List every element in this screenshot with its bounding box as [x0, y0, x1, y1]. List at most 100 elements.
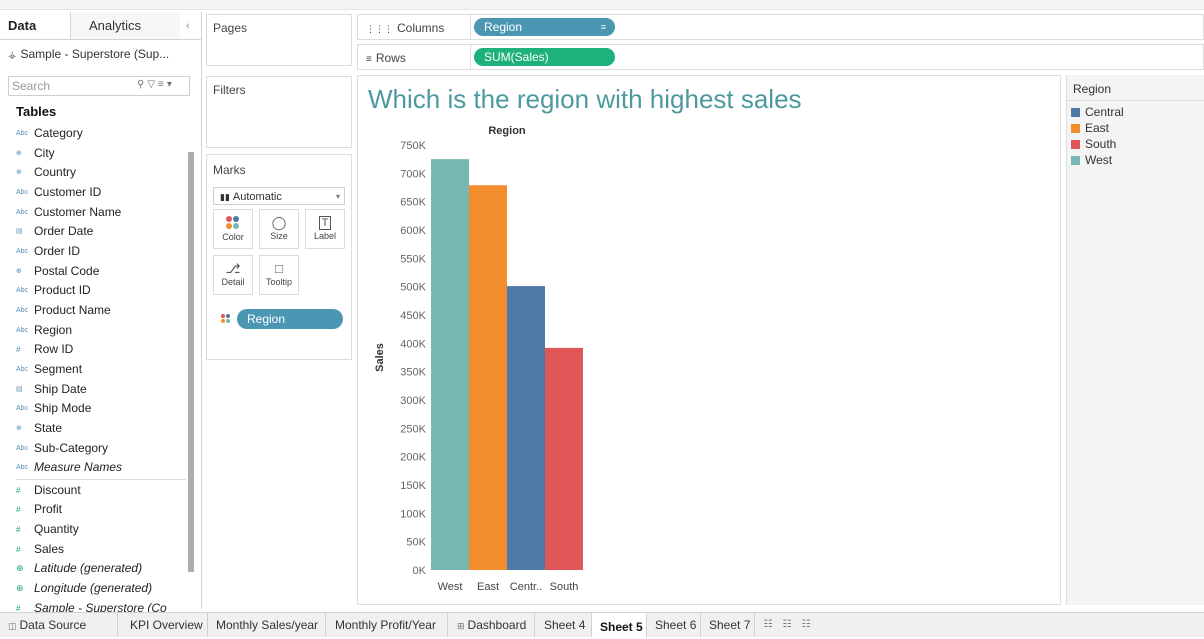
field-name: Customer ID [34, 184, 102, 199]
string-type-icon: Abc [16, 287, 29, 295]
dimension-field[interactable]: Abc Product Name [16, 301, 186, 321]
dimension-field[interactable]: Abc Region [16, 321, 186, 341]
tab-monthly-sales-year[interactable]: Monthly Sales/year [208, 613, 326, 637]
columns-icon: ⋮⋮⋮ [366, 24, 393, 34]
filter-icon[interactable]: ▽ [147, 79, 158, 90]
measure-field[interactable]: # Sales [16, 540, 186, 560]
measure-field[interactable]: # Discount [16, 481, 186, 501]
y-tick-label: 600K [400, 225, 426, 237]
marks-card: Marks ▮▮ Automatic ▾ Color ◯ Size T Label… [206, 154, 352, 360]
y-tick-label: 700K [400, 168, 426, 180]
datasource-selector[interactable]: ⚶ Sample - Superstore (Sup... [8, 44, 198, 64]
dimension-field[interactable]: Abc Customer ID [16, 183, 186, 203]
tab-dashboard[interactable]: ⊞ Dashboard [449, 613, 535, 637]
dimension-field[interactable]: Abc Order ID [16, 242, 186, 262]
bar-central[interactable] [507, 286, 545, 570]
dimension-field[interactable]: # Row ID [16, 340, 186, 360]
tab-sheet-4[interactable]: Sheet 4 [536, 613, 592, 637]
dimension-field[interactable]: Abc Category [16, 124, 186, 144]
sum-sales-rows-pill[interactable]: SUM(Sales) [474, 48, 615, 66]
y-tick-label: 0K [413, 565, 427, 577]
collapse-pane-icon[interactable]: ‹ [186, 20, 190, 32]
field-name: Category [34, 126, 83, 141]
calendar-icon: ▤ [16, 385, 23, 393]
bar-east[interactable] [469, 185, 507, 570]
size-label: Size [270, 231, 288, 241]
x-tick-label: South [550, 581, 579, 593]
new-story-icon[interactable]: ☷ [799, 618, 813, 632]
legend-item[interactable]: Central [1071, 104, 1124, 120]
measure-field[interactable]: # Profit [16, 500, 186, 520]
dimension-field[interactable]: Abc Segment [16, 360, 186, 380]
measure-field[interactable]: ⊕ Latitude (generated) [16, 559, 186, 579]
field-list-scrollbar[interactable] [188, 152, 194, 572]
color-button[interactable]: Color [213, 209, 253, 249]
dimension-field[interactable]: ▤ Ship Date [16, 380, 186, 400]
legend-item[interactable]: East [1071, 120, 1124, 136]
columns-shelf[interactable]: ⋮⋮⋮ Columns Region ≡ [357, 14, 1204, 40]
pages-shelf[interactable]: Pages [206, 14, 352, 66]
search-input[interactable] [12, 78, 122, 94]
field-name: Product ID [34, 283, 91, 298]
tab-data[interactable]: Data [8, 12, 68, 40]
new-dashboard-icon[interactable]: ☷ [780, 618, 794, 632]
data-source-tab[interactable]: ◫ Data Source [0, 613, 118, 637]
y-tick-label: 250K [400, 423, 426, 435]
legend-item[interactable]: South [1071, 136, 1124, 152]
region-color-pill[interactable]: Region [237, 309, 343, 329]
measure-field[interactable]: ⊕ Longitude (generated) [16, 579, 186, 599]
dimension-field[interactable]: Abc Ship Mode [16, 399, 186, 419]
data-pane: Data Analytics ‹ ⚶ Sample - Superstore (S… [0, 12, 202, 615]
bar-chart-icon: ▮▮ [220, 192, 230, 202]
legend-item[interactable]: West [1071, 152, 1124, 168]
y-tick-label: 500K [400, 282, 426, 294]
pages-title: Pages [213, 21, 248, 35]
detail-button[interactable]: ⎇ Detail [213, 255, 253, 295]
legend-swatch [1071, 108, 1080, 117]
tab-monthly-profit-year[interactable]: Monthly Profit/Year [327, 613, 448, 637]
tab-sheet-5[interactable]: Sheet 5 [592, 613, 647, 637]
y-tick-label: 400K [400, 338, 426, 350]
y-tick-label: 300K [400, 395, 426, 407]
field-name: Discount [34, 482, 81, 497]
field-divider [16, 478, 186, 480]
string-type-icon: Abc [16, 130, 29, 137]
bar-west[interactable] [431, 159, 469, 570]
mark-type-dropdown[interactable]: ▮▮ Automatic ▾ [213, 187, 345, 205]
bar-south[interactable] [545, 347, 583, 570]
rows-shelf[interactable]: ≡ Rows SUM(Sales) [357, 44, 1204, 70]
dimension-field[interactable]: ⊕ Country [16, 163, 186, 183]
region-columns-pill[interactable]: Region ≡ [474, 18, 615, 36]
tab-analytics[interactable]: Analytics [70, 12, 180, 39]
dimension-field[interactable]: ⊕ State [16, 419, 186, 439]
field-name: Order ID [34, 243, 81, 258]
field-name: Order Date [34, 224, 94, 239]
pane-tabs: Data Analytics ‹ [0, 12, 202, 40]
filters-shelf[interactable]: Filters [206, 76, 352, 148]
dimension-field[interactable]: Abc Sub-Category [16, 439, 186, 459]
tab-sheet-6[interactable]: Sheet 6 [647, 613, 701, 637]
dimension-field[interactable]: Abc Customer Name [16, 203, 186, 223]
tooltip-button[interactable]: □ Tooltip [259, 255, 299, 295]
dimension-field[interactable]: ⊕ Postal Code [16, 262, 186, 282]
view-options-icon[interactable]: ≡▾ [158, 79, 175, 90]
color-palette-icon [226, 216, 240, 230]
x-tick-label: Centr.. [510, 581, 542, 593]
label-button[interactable]: T Label [305, 209, 345, 249]
dimension-field[interactable]: Abc Product ID [16, 281, 186, 301]
new-worksheet-icon[interactable]: ☷ [761, 618, 775, 632]
tab-sheet-7[interactable]: Sheet 7 [701, 613, 755, 637]
measure-field[interactable]: # Quantity [16, 520, 186, 540]
y-tick-label: 350K [400, 367, 426, 379]
size-button[interactable]: ◯ Size [259, 209, 299, 249]
search-icon[interactable]: ⚲ [137, 79, 147, 90]
columns-pill-label: Region [484, 20, 523, 34]
tab-kpi-overview[interactable]: KPI Overview [122, 613, 208, 637]
x-tick-label: West [438, 581, 463, 593]
color-label: Color [222, 232, 244, 242]
dimension-field[interactable]: ⊕ City [16, 144, 186, 164]
dimension-field[interactable]: ▤ Order Date [16, 222, 186, 242]
dimension-field[interactable]: Abc Measure Names [16, 458, 186, 478]
field-name: Segment [34, 361, 83, 376]
field-name: Row ID [34, 342, 74, 357]
